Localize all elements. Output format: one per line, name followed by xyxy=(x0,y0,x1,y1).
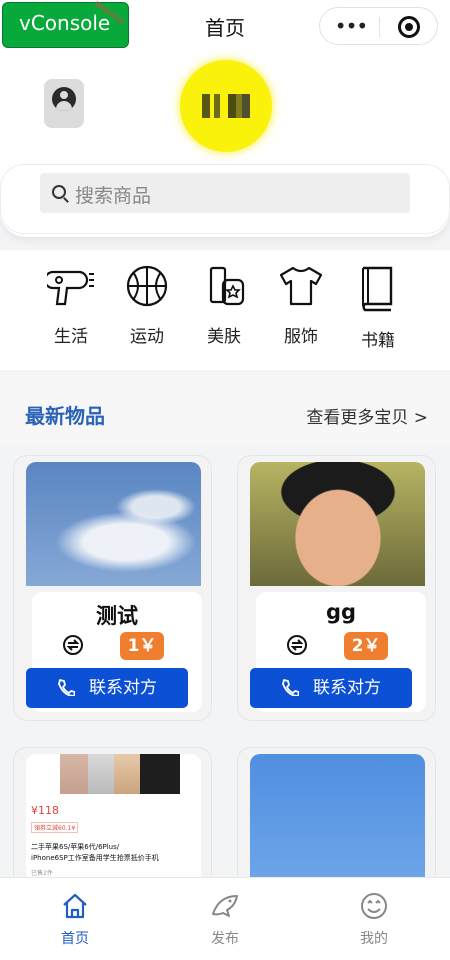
listing-coupon: 領券立減60.1¥ xyxy=(31,822,79,833)
search-icon xyxy=(52,185,66,199)
view-more-link[interactable]: 查看更多宝贝 > xyxy=(306,403,428,428)
product-image[interactable] xyxy=(250,754,425,886)
product-info: gg 2￥ 联系对方 xyxy=(250,592,426,712)
close-target-icon[interactable] xyxy=(398,16,420,38)
capsule-divider xyxy=(379,17,380,37)
category-label: 生活 xyxy=(54,327,88,347)
more-options-icon[interactable]: ••• xyxy=(334,14,368,38)
contact-label: 联系对方 xyxy=(89,678,157,698)
tab-label: 发布 xyxy=(211,931,239,947)
price-badge: 1￥ xyxy=(120,632,164,660)
tab-label: 首页 xyxy=(61,931,89,947)
book-icon xyxy=(362,266,393,312)
logo-image xyxy=(180,60,272,152)
phone-icon xyxy=(58,679,75,696)
category-books[interactable]: 书籍 xyxy=(348,264,408,354)
contact-label: 联系对方 xyxy=(313,678,381,698)
product-image[interactable] xyxy=(250,462,425,586)
exchange-icon xyxy=(287,635,307,655)
tab-label: 我的 xyxy=(360,931,388,947)
category-row: 生活 运动 美肤 服饰 书籍 xyxy=(0,250,450,370)
contact-seller-button[interactable]: 联系对方 xyxy=(26,668,188,708)
price-badge: 2￥ xyxy=(344,632,388,660)
mini-program-capsule: ••• xyxy=(319,7,438,45)
latest-items-header: 最新物品 查看更多宝贝 > xyxy=(0,375,450,445)
category-skincare[interactable]: 美肤 xyxy=(194,264,254,354)
product-card[interactable]: gg 2￥ 联系对方 xyxy=(237,455,436,721)
tab-bar: 首页 发布 我的 xyxy=(0,877,450,960)
search-input[interactable]: 搜索商品 xyxy=(40,173,410,213)
exchange-icon xyxy=(63,635,83,655)
cosmetics-icon xyxy=(209,266,245,306)
product-info: 测试 1￥ 联系对方 xyxy=(26,592,202,712)
product-card[interactable] xyxy=(237,747,436,887)
product-name: 测试 xyxy=(96,604,138,628)
fish-icon xyxy=(212,895,238,917)
category-sports[interactable]: 运动 xyxy=(117,264,177,354)
smiley-icon xyxy=(361,893,387,919)
section-title: 最新物品 xyxy=(25,404,105,428)
user-avatar-icon[interactable] xyxy=(44,79,84,128)
category-label: 服饰 xyxy=(284,327,318,347)
vconsole-label: vConsole xyxy=(19,11,111,35)
home-icon xyxy=(63,893,87,919)
search-placeholder: 搜索商品 xyxy=(75,185,152,207)
phone-icon xyxy=(282,679,299,696)
product-image[interactable]: ¥118 領券立減60.1¥ 二手苹果6S/苹果6代/6Plus/ iPhone… xyxy=(26,754,201,886)
hair-dryer-icon xyxy=(47,270,94,306)
listing-sold: 已售2件 xyxy=(31,870,53,877)
tab-mine[interactable]: 我的 xyxy=(344,892,404,948)
product-card[interactable]: ¥118 領券立減60.1¥ 二手苹果6S/苹果6代/6Plus/ iPhone… xyxy=(13,747,212,887)
product-name: gg xyxy=(325,600,357,624)
vconsole-button[interactable]: vConsole WEBVIEW xyxy=(2,0,129,48)
category-life[interactable]: 生活 xyxy=(41,264,101,354)
basketball-icon xyxy=(126,265,168,307)
category-label: 书籍 xyxy=(361,331,395,351)
listing-price: ¥118 xyxy=(31,804,59,817)
listing-title-2: iPhone6SP工作室备用学生抢票抵价手机 xyxy=(31,854,159,862)
category-label: 美肤 xyxy=(207,327,241,347)
product-card[interactable]: 测试 1￥ 联系对方 xyxy=(13,455,212,721)
tab-publish[interactable]: 发布 xyxy=(195,892,255,948)
contact-seller-button[interactable]: 联系对方 xyxy=(250,668,412,708)
product-image[interactable] xyxy=(26,462,201,586)
tshirt-icon xyxy=(279,266,323,306)
category-clothing[interactable]: 服饰 xyxy=(271,264,331,354)
tab-home[interactable]: 首页 xyxy=(45,892,105,948)
category-label: 运动 xyxy=(130,327,164,347)
listing-title-1: 二手苹果6S/苹果6代/6Plus/ xyxy=(31,843,120,851)
